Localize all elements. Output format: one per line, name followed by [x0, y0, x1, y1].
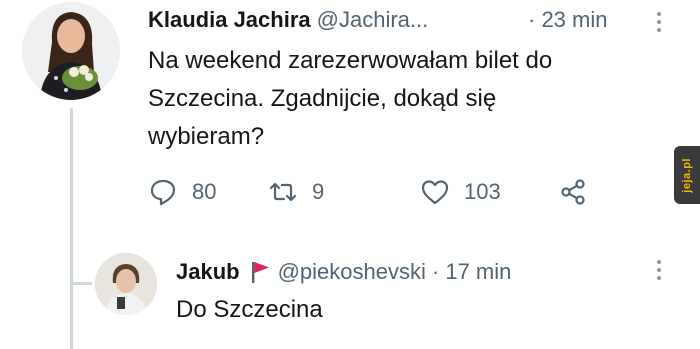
reply-button[interactable]: 80 [148, 172, 216, 212]
reply-count: 80 [192, 179, 217, 204]
share-button[interactable] [558, 172, 588, 212]
tweet-header: Klaudia Jachira @Jachira... · 23 min [148, 5, 658, 35]
share-icon [561, 179, 585, 205]
reply-header: Jakub @piekoshevski · 17 min [176, 256, 646, 288]
tweet-text-line: wybieram? [148, 123, 265, 150]
tweet-text-line: Szczecina. Zgadnijcie, dokąd się [148, 85, 497, 112]
reply-timestamp[interactable]: · 17 min [432, 256, 511, 288]
tweet-text: Na weekend zarezerwowałam bilet do Szcze… [148, 42, 658, 156]
thread-branch-line [70, 282, 92, 285]
author-name[interactable]: Klaudia Jachira [148, 7, 311, 32]
tweet-timestamp[interactable]: · 23 min [528, 5, 607, 35]
author-avatar[interactable] [22, 2, 120, 100]
thread-view: Klaudia Jachira @Jachira... · 23 min Na w… [0, 0, 700, 349]
more-vertical-icon[interactable] [656, 260, 662, 280]
reply-author-avatar[interactable] [95, 253, 157, 315]
reply-text: Do Szczecina [176, 296, 323, 323]
like-count: 103 [464, 179, 501, 204]
author-handle[interactable]: @Jachira... [317, 7, 429, 32]
comment-icon [150, 179, 176, 206]
heart-icon [421, 180, 449, 205]
more-vertical-icon[interactable] [656, 12, 662, 32]
reply-author-handle[interactable]: @piekoshevski [278, 256, 426, 288]
thread-connector-line [70, 108, 73, 349]
retweet-button[interactable]: 9 [268, 172, 324, 212]
red-flag-icon [251, 262, 269, 283]
tweet-actions: 80 9 103 [148, 172, 628, 212]
reply-author-name[interactable]: Jakub [176, 256, 240, 288]
reply-avatar-image [95, 253, 157, 315]
retweet-icon [269, 182, 297, 202]
like-button[interactable]: 103 [420, 172, 501, 212]
watermark-tab: jeja.pl [674, 146, 700, 204]
watermark-text: jeja.pl [681, 157, 693, 193]
author-avatar-image [22, 2, 120, 100]
tweet-text-line: Na weekend zarezerwowałam bilet do [148, 47, 553, 74]
retweet-count: 9 [312, 179, 325, 204]
